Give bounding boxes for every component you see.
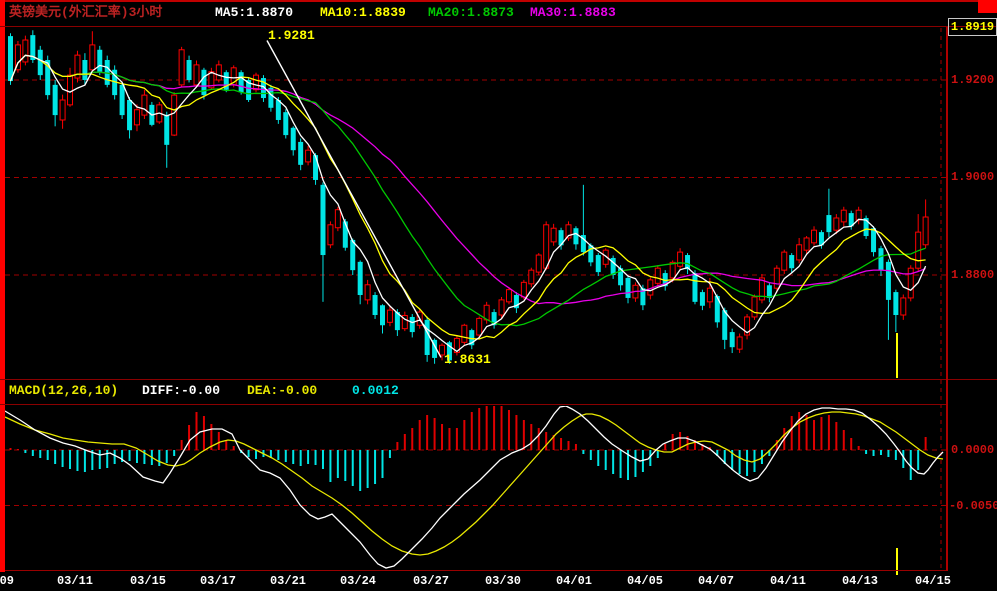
- date-label-04-07: 04/07: [697, 574, 734, 588]
- trend-high-annotation: 1.9281: [268, 28, 315, 43]
- macd-dea-label: DEA:-0.00: [247, 383, 318, 398]
- date-label-03-15: 03/15: [129, 574, 166, 588]
- macd-diff-label: DIFF:-0.00: [142, 383, 221, 398]
- date-axis[interactable]: 03/09 03/11 03/15 03/17 03/21 03/24 03/27 03/30…: [0, 573, 997, 591]
- trend-low-annotation: 1.8631: [444, 352, 491, 367]
- date-label-03-11: 03/11: [56, 574, 93, 588]
- date-label-03-27: 03/27: [412, 574, 449, 588]
- macd-diff-dea-lines: [5, 406, 944, 569]
- date-label-03-09: 03/09: [0, 574, 14, 588]
- date-label-03-24: 03/24: [339, 574, 376, 588]
- main-panel-bottom-border: [0, 379, 997, 380]
- macd-header-bar: MACD(12,26,10) DIFF:-0.00 DEA:-0.00 0.00…: [0, 384, 997, 402]
- app-window: 英镑美元(外汇汇率)3小时 MA5:1.8870 MA10:1.8839 MA2…: [0, 0, 997, 591]
- macd-header-separator: [0, 404, 947, 405]
- chart-canvas[interactable]: [0, 0, 997, 591]
- macd-indicator-label[interactable]: MACD(12,26,10): [9, 384, 118, 398]
- trendline[interactable]: [266, 40, 442, 358]
- price-label-19200: 1.9200: [951, 73, 995, 87]
- macd-label-zero: 0.0000: [951, 443, 995, 457]
- date-label-03-21: 03/21: [269, 574, 306, 588]
- moving-average-lines: [9, 54, 927, 353]
- price-label-19000: 1.9000: [951, 170, 995, 184]
- date-label-04-11: 04/11: [769, 574, 806, 588]
- price-label-18800: 1.8800: [951, 268, 995, 282]
- date-label-03-17: 03/17: [199, 574, 236, 588]
- date-label-04-01: 04/01: [555, 574, 592, 588]
- last-price-box[interactable]: 1.8919: [948, 18, 997, 36]
- date-label-04-05: 04/05: [626, 574, 663, 588]
- macd-panel-bottom-border: [5, 570, 948, 571]
- date-label-03-30: 03/30: [484, 574, 521, 588]
- date-label-04-15: 04/15: [914, 574, 951, 588]
- date-label-04-13: 04/13: [841, 574, 878, 588]
- macd-hist-value: 0.0012: [352, 383, 399, 398]
- plot-right-border: [946, 27, 948, 571]
- macd-label-neg50: -0.0050: [949, 499, 997, 513]
